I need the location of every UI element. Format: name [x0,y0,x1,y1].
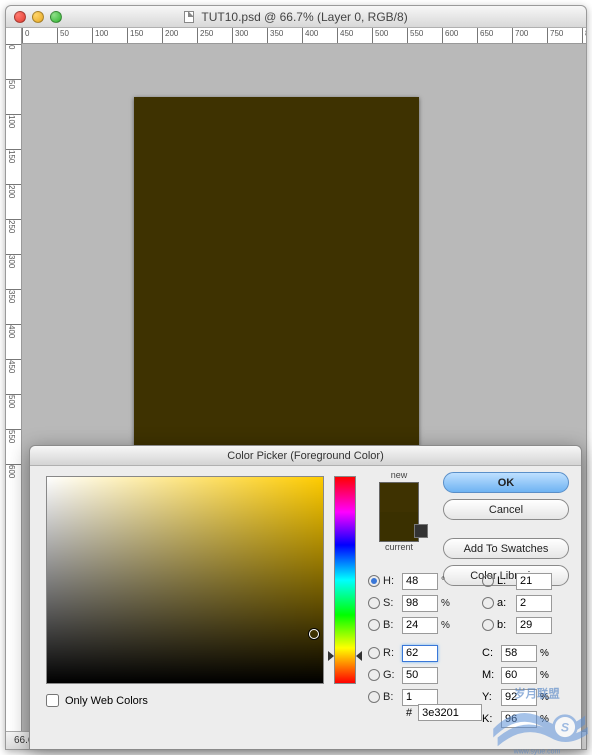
label-l: L: [497,575,513,587]
hex-row: # [406,704,482,721]
unit-pct-m: % [540,670,554,681]
label-k: K: [482,713,498,725]
input-c[interactable] [501,645,537,662]
color-field[interactable] [46,476,324,684]
dialog-titlebar[interactable]: Color Picker (Foreground Color) [30,446,581,466]
input-k[interactable] [501,711,537,728]
radio-g[interactable] [368,669,380,681]
add-to-swatches-button[interactable]: Add To Swatches [443,538,569,559]
input-b[interactable] [402,689,438,706]
label-b: B: [383,691,399,703]
label-r: R: [383,647,399,659]
ruler-horizontal[interactable]: 0501001502002503003504004505005506006507… [22,28,586,44]
label-m: M: [482,669,498,681]
swatch-compare: new current [368,470,430,554]
unit-pct-b: % [441,620,455,631]
only-web-colors-label: Only Web Colors [65,695,148,707]
ruler-vertical[interactable]: 050100150200250300350400450500550600 [6,28,22,731]
document-icon [184,11,194,23]
ok-button[interactable]: OK [443,472,569,493]
unit-pct-c: % [540,648,554,659]
label-s: S: [383,597,399,609]
new-label: new [368,470,430,480]
unit-deg: ° [441,576,455,587]
label-a: a: [497,597,513,609]
label-c: C: [482,647,498,659]
radio-l[interactable] [482,575,494,587]
only-web-colors-checkbox[interactable] [46,694,59,707]
hue-slider-thumb-icon[interactable] [329,653,361,659]
label-g: G: [383,669,399,681]
input-s[interactable] [402,595,438,612]
hue-slider[interactable] [334,476,356,684]
input-h[interactable] [402,573,438,590]
color-field-cursor-icon[interactable] [309,629,319,639]
input-g[interactable] [402,667,438,684]
input-bv[interactable] [402,617,438,634]
dialog-buttons: OK Cancel Add To Swatches Color Librarie… [443,472,569,586]
input-l[interactable] [516,573,552,590]
label-y: Y: [482,691,498,703]
radio-h[interactable] [368,575,380,587]
label-b2: b: [497,619,513,631]
input-r[interactable] [402,645,438,662]
radio-b2[interactable] [482,619,494,631]
cancel-button[interactable]: Cancel [443,499,569,520]
window-title: TUT10.psd @ 66.7% (Layer 0, RGB/8) [6,10,586,24]
gamut-warning-icon[interactable] [414,524,428,538]
color-picker-dialog: Color Picker (Foreground Color) new curr… [29,445,582,750]
swatch-current[interactable] [380,512,418,541]
lab-cmyk-fields: L: a: b: C: % M: % [482,570,582,730]
unit-pct-k: % [540,714,554,725]
unit-pct-s: % [441,598,455,609]
swatch-new[interactable] [380,483,418,512]
radio-r[interactable] [368,647,380,659]
unit-pct-y: % [540,692,554,703]
input-hex[interactable] [418,704,482,721]
radio-s[interactable] [368,597,380,609]
titlebar[interactable]: TUT10.psd @ 66.7% (Layer 0, RGB/8) [6,6,586,28]
input-m[interactable] [501,667,537,684]
current-label: current [368,542,430,552]
radio-bv[interactable] [368,619,380,631]
input-b2[interactable] [516,617,552,634]
label-h: H: [383,575,399,587]
artboard[interactable] [134,97,419,477]
window-title-text: TUT10.psd @ 66.7% (Layer 0, RGB/8) [201,10,407,24]
input-y[interactable] [501,689,537,706]
label-hex: # [406,707,412,719]
only-web-colors-row: Only Web Colors [46,694,148,707]
label-bv: B: [383,619,399,631]
input-a[interactable] [516,595,552,612]
radio-a[interactable] [482,597,494,609]
radio-b[interactable] [368,691,380,703]
